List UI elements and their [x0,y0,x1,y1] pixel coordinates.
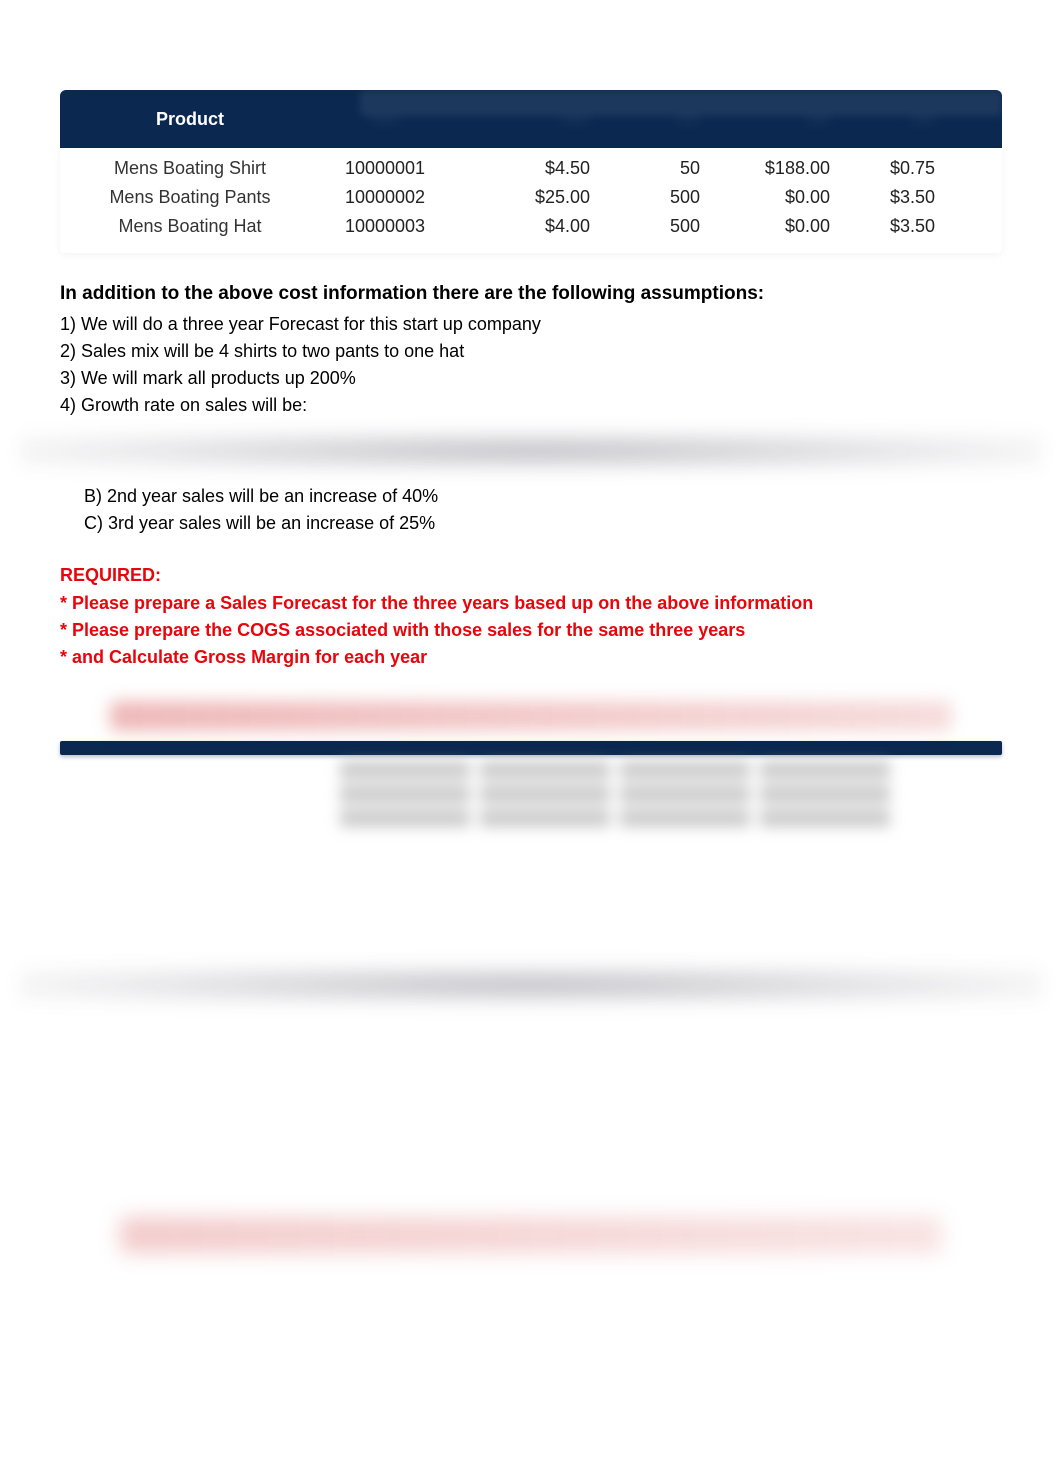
redacted-content [110,701,952,731]
product-code: 10000001 [320,158,450,179]
product-code: 10000003 [320,216,450,237]
required-heading: REQUIRED: [60,565,1002,586]
product-val2: $0.75 [830,158,935,179]
product-cost: $4.00 [450,216,590,237]
table-row: Mens Boating Shirt 10000001 $4.50 50 $18… [60,154,1002,183]
redacted-content [120,1217,942,1253]
table-row: Mens Boating Pants 10000002 $25.00 500 $… [60,183,1002,212]
redacted-table-header [60,741,1002,755]
product-name: Mens Boating Shirt [60,158,320,179]
assumption-item: 4) Growth rate on sales will be: [60,392,1002,419]
blurred-column-headers: ····· ····· ···· ···· ···· [320,109,1002,130]
assumption-subitem: B) 2nd year sales will be an increase of… [84,483,1002,510]
product-cost: $25.00 [450,187,590,208]
cost-table-header: Product ····· ····· ···· ···· ···· [60,90,1002,148]
assumption-item: 3) We will mark all products up 200% [60,365,1002,392]
redacted-content [20,965,1042,1005]
column-header-product: Product [60,109,320,130]
product-qty: 50 [590,158,700,179]
product-code: 10000002 [320,187,450,208]
product-name: Mens Boating Hat [60,216,320,237]
product-qty: 500 [590,216,700,237]
required-item: * Please prepare the COGS associated wit… [60,617,1002,644]
product-cost: $4.50 [450,158,590,179]
required-item: * Please prepare a Sales Forecast for th… [60,590,1002,617]
cost-table-body: Mens Boating Shirt 10000001 $4.50 50 $18… [60,148,1002,253]
product-val1: $188.00 [700,158,830,179]
product-name: Mens Boating Pants [60,187,320,208]
assumption-item: 2) Sales mix will be 4 shirts to two pan… [60,338,1002,365]
product-val2: $3.50 [830,216,935,237]
assumption-item: 1) We will do a three year Forecast for … [60,311,1002,338]
table-row: Mens Boating Hat 10000003 $4.00 500 $0.0… [60,212,1002,241]
product-qty: 500 [590,187,700,208]
product-val1: $0.00 [700,187,830,208]
assumption-subitem: C) 3rd year sales will be an increase of… [84,510,1002,537]
product-val2: $3.50 [830,187,935,208]
redacted-content [20,431,1042,471]
redacted-table [60,761,1002,827]
product-val1: $0.00 [700,216,830,237]
assumptions-heading: In addition to the above cost informatio… [60,283,1002,305]
required-item: * and Calculate Gross Margin for each ye… [60,644,1002,671]
